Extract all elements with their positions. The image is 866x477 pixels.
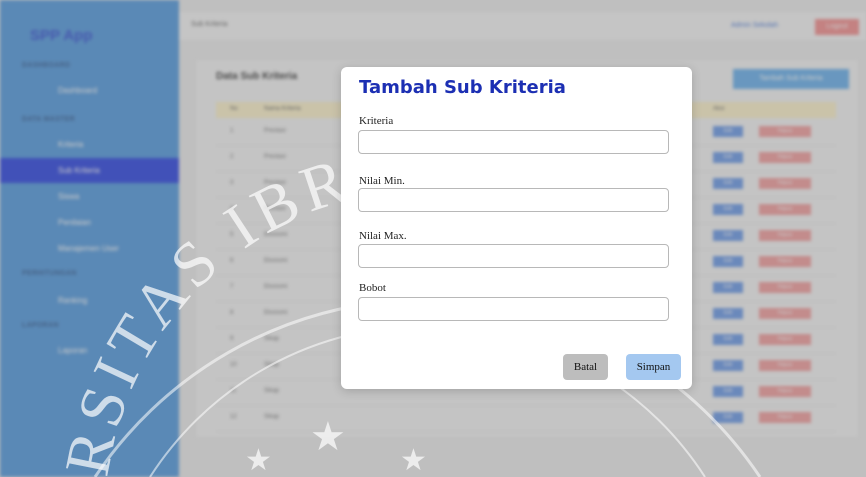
modal-title: Tambah Sub Kriteria xyxy=(359,77,566,98)
add-sub-kriteria-modal: Tambah Sub Kriteria Kriteria Nilai Min. … xyxy=(341,67,692,389)
nilai-max-input[interactable] xyxy=(358,244,669,268)
bobot-label: Bobot xyxy=(359,282,386,294)
cancel-button[interactable]: Batal xyxy=(563,354,608,380)
kriteria-label: Kriteria xyxy=(359,115,394,127)
nilai-min-input[interactable] xyxy=(358,188,669,212)
nilai-max-label: Nilai Max. xyxy=(359,230,407,242)
save-button[interactable]: Simpan xyxy=(626,354,681,380)
bobot-input[interactable] xyxy=(358,297,669,321)
kriteria-input[interactable] xyxy=(358,130,669,154)
nilai-min-label: Nilai Min. xyxy=(359,175,405,187)
